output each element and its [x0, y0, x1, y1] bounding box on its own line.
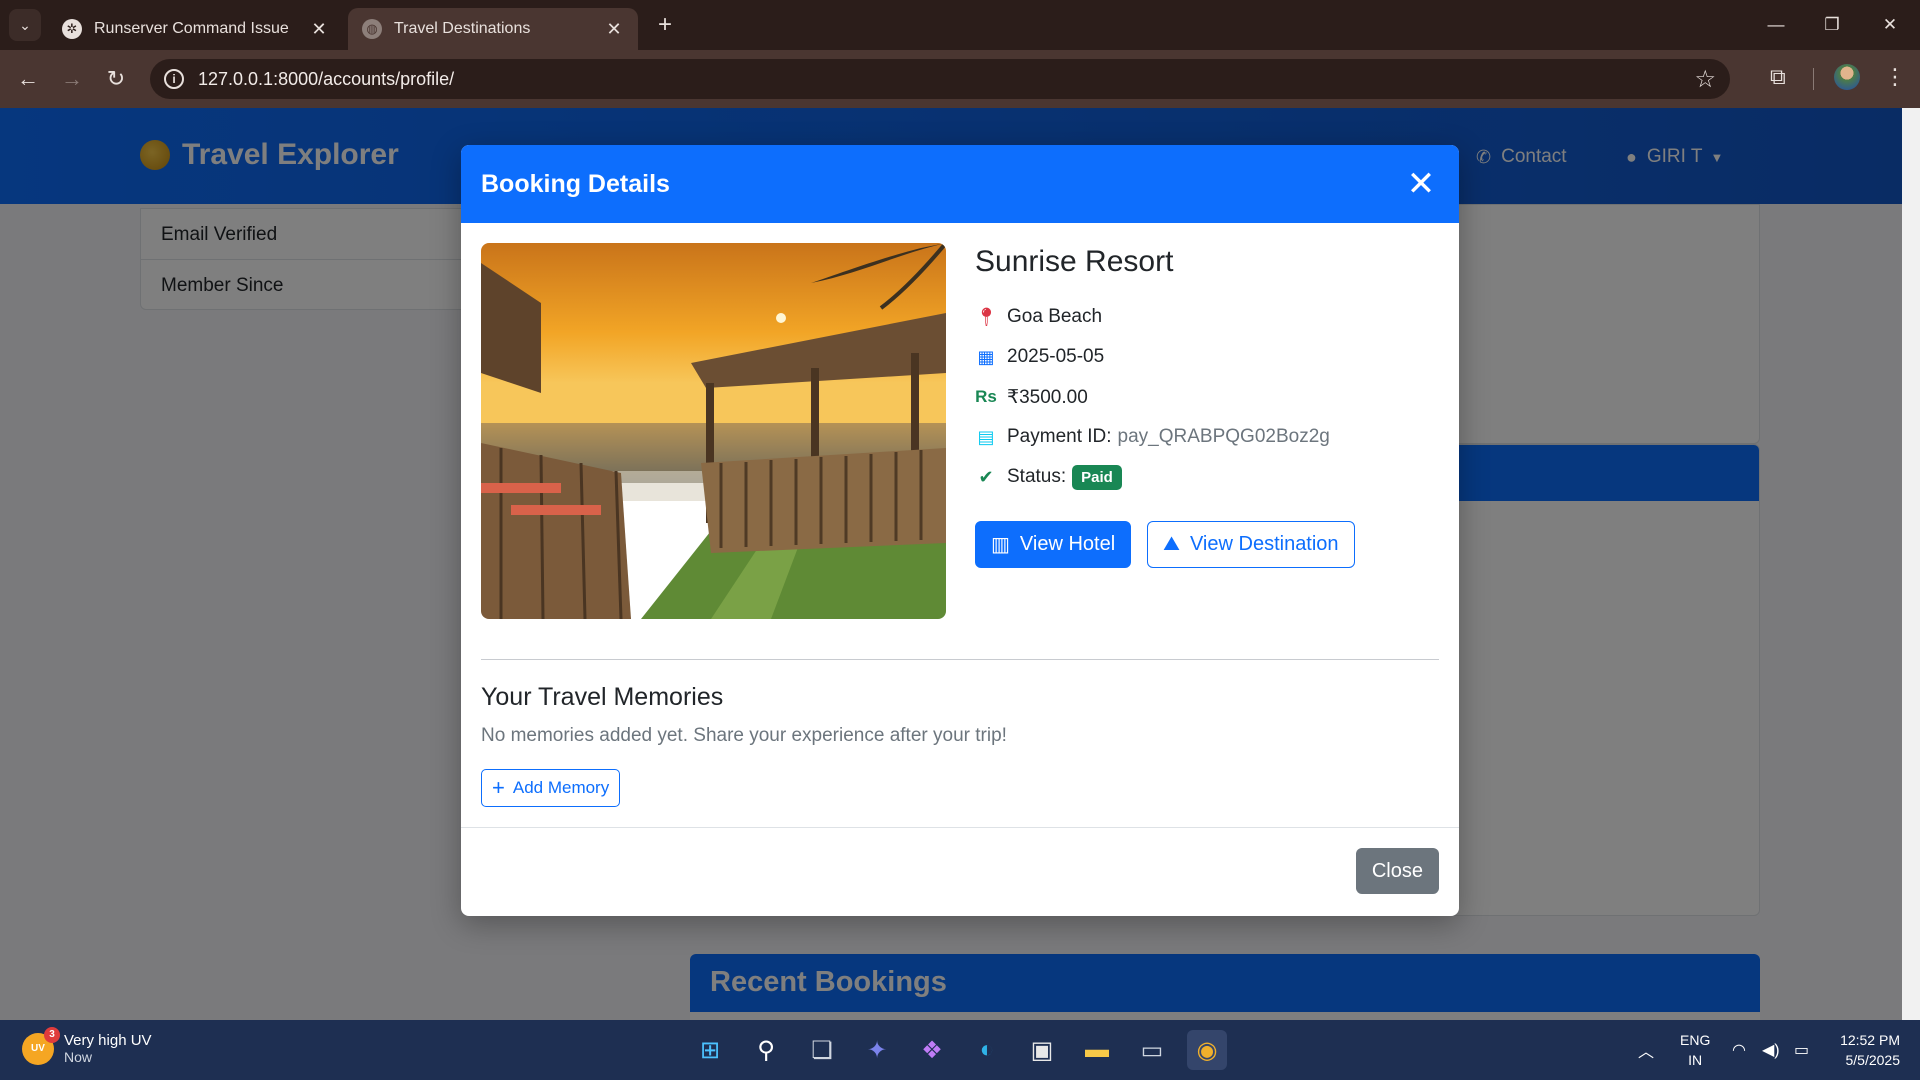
clock-date: 5/5/2025: [1845, 1052, 1901, 1068]
resort-photo: [481, 243, 946, 619]
clock-time: 12:52 PM: [1840, 1032, 1900, 1048]
payment-label: Payment ID:: [1007, 426, 1112, 447]
view-hotel-button[interactable]: ▥ View Hotel: [975, 521, 1132, 568]
calendar-icon: ▦: [977, 346, 995, 367]
add-memory-button[interactable]: + Add Memory: [481, 769, 621, 807]
tab-travel-destinations[interactable]: ◍ Travel Destinations ✕: [348, 8, 638, 50]
view-destination-label: View Destination: [1189, 533, 1339, 555]
rupee-icon: Rs: [975, 387, 997, 406]
date-row: ▦ 2025-05-05: [975, 337, 1435, 377]
volume-icon[interactable]: ◀): [1762, 1020, 1780, 1080]
uv-badge-text: UV: [31, 1042, 45, 1054]
tab-runserver[interactable]: ✲ Runserver Command Issue ✕: [48, 8, 343, 50]
extensions-icon[interactable]: ⧉: [1770, 64, 1786, 90]
browser-tabbar: ⌄ ✲ Runserver Command Issue ✕ ◍ Travel D…: [0, 0, 1920, 50]
lang-line-2: IN: [1688, 1052, 1703, 1068]
hotel-name: Sunrise Resort: [975, 245, 1174, 278]
status-label: Status:: [1007, 466, 1067, 487]
status-row: ✔ Status: Paid: [975, 457, 1435, 497]
notification-count: 3: [44, 1026, 60, 1043]
weather-time: Now: [64, 1049, 93, 1065]
forward-button[interactable]: →: [56, 63, 88, 95]
back-button[interactable]: ←: [12, 63, 44, 95]
booking-details-modal: Booking Details ✕ Sunrise Resort 📍︎ Goa …: [461, 145, 1459, 916]
payment-row: ▤ Payment ID: pay_QRABPQG02Boz2g: [975, 417, 1435, 457]
language-indicator[interactable]: ENG IN: [1680, 1030, 1710, 1070]
wifi-icon[interactable]: ◠: [1732, 1020, 1746, 1080]
receipt-icon: ▤: [977, 426, 995, 447]
windows-start-icon[interactable]: ⊞: [690, 1030, 730, 1070]
task-view-icon[interactable]: ❏: [802, 1030, 842, 1070]
page-viewport: Travel Explorer ✆ Contact ● GIRI T ▼ Ema…: [0, 108, 1902, 1020]
windows-taskbar: UV 3 Very high UV Now ⊞ ⚲ ❏ ✦ ❖ ◐ ▣ ▬ ▭ …: [0, 1020, 1920, 1080]
search-icon[interactable]: ⚲: [746, 1030, 786, 1070]
url-text[interactable]: 127.0.0.1:8000/accounts/profile/: [198, 69, 454, 90]
terminal-icon[interactable]: ▭: [1132, 1030, 1172, 1070]
page-scrollbar[interactable]: [1902, 108, 1920, 1020]
status-badge: Paid: [1072, 464, 1122, 490]
beach-sunset-image: [481, 243, 946, 619]
weather-text: Very high UV Now: [64, 1032, 152, 1065]
check-circle-icon: ✔: [978, 466, 994, 487]
file-explorer-icon[interactable]: ▬: [1077, 1030, 1117, 1070]
price-text: ₹3500.00: [1007, 386, 1088, 408]
toolbar-separator: [1813, 68, 1814, 90]
close-button[interactable]: Close: [1355, 848, 1439, 894]
copilot-icon[interactable]: ❖: [912, 1030, 952, 1070]
weather-widget[interactable]: UV 3 Very high UV Now: [22, 1026, 152, 1065]
system-clock[interactable]: 12:52 PM 5/5/2025: [1828, 1030, 1900, 1070]
restore-button[interactable]: ❐: [1812, 8, 1852, 42]
tab-close-icon[interactable]: ✕: [309, 19, 329, 40]
modal-body: Sunrise Resort 📍︎ Goa Beach ▦ 2025-05-05…: [461, 223, 1459, 828]
weather-title: Very high UV: [64, 1032, 152, 1049]
building-icon: ▥: [991, 534, 1010, 556]
minimize-button[interactable]: —: [1756, 8, 1796, 42]
menu-kebab-icon[interactable]: ⋮: [1884, 64, 1906, 90]
price-row: Rs ₹3500.00: [975, 377, 1435, 417]
modal-footer: Close: [461, 828, 1459, 916]
map-icon: ⛰: [1163, 533, 1180, 555]
location-text: Goa Beach: [1007, 306, 1103, 327]
modal-title: Booking Details: [481, 169, 670, 198]
address-bar[interactable]: i 127.0.0.1:8000/accounts/profile/ ☆: [150, 59, 1730, 99]
modal-header: Booking Details ✕: [461, 145, 1459, 223]
browser-toolbar: ← → ↻ i 127.0.0.1:8000/accounts/profile/…: [0, 50, 1920, 108]
tab-close-icon[interactable]: ✕: [604, 19, 624, 40]
chatgpt-icon: ✲: [62, 19, 82, 39]
payment-id: pay_QRABPQG02Boz2g: [1117, 426, 1330, 447]
tab-title: Travel Destinations: [394, 20, 531, 37]
teams-icon[interactable]: ✦: [857, 1030, 897, 1070]
memories-title: Your Travel Memories: [481, 683, 724, 711]
tab-title: Runserver Command Issue: [94, 20, 289, 37]
store-icon[interactable]: ▣: [1022, 1030, 1062, 1070]
booking-details: Sunrise Resort 📍︎ Goa Beach ▦ 2025-05-05…: [975, 245, 1435, 568]
section-divider: [481, 659, 1439, 660]
chrome-icon[interactable]: ◉: [1187, 1030, 1227, 1070]
battery-icon[interactable]: ▭: [1794, 1020, 1809, 1080]
close-icon[interactable]: ✕: [1403, 166, 1439, 202]
lang-line-1: ENG: [1680, 1032, 1711, 1048]
view-hotel-label: View Hotel: [1019, 533, 1116, 555]
action-buttons: ▥ View Hotel ⛰ View Destination: [975, 521, 1435, 568]
new-tab-button[interactable]: +: [650, 10, 680, 40]
view-destination-button[interactable]: ⛰ View Destination: [1147, 521, 1355, 568]
bookmark-star-icon[interactable]: ☆: [1694, 65, 1716, 94]
tab-search-button[interactable]: ⌄: [9, 9, 41, 41]
reload-button[interactable]: ↻: [100, 63, 132, 95]
date-text: 2025-05-05: [1007, 346, 1105, 367]
window-close-button[interactable]: ✕: [1870, 8, 1910, 42]
memories-empty-text: No memories added yet. Share your experi…: [481, 725, 1007, 746]
site-info-icon[interactable]: i: [164, 69, 184, 89]
uv-icon: UV 3: [22, 1026, 60, 1065]
add-memory-label: Add Memory: [512, 778, 610, 797]
globe-icon: ◍: [362, 19, 382, 39]
tray-overflow-icon[interactable]: ︿: [1638, 1020, 1654, 1080]
plus-icon: +: [492, 775, 505, 800]
map-pin-icon: 📍︎: [975, 306, 998, 327]
location-row: 📍︎ Goa Beach: [975, 297, 1435, 337]
edge-icon[interactable]: ◐: [967, 1030, 1007, 1070]
profile-avatar[interactable]: [1834, 64, 1860, 90]
